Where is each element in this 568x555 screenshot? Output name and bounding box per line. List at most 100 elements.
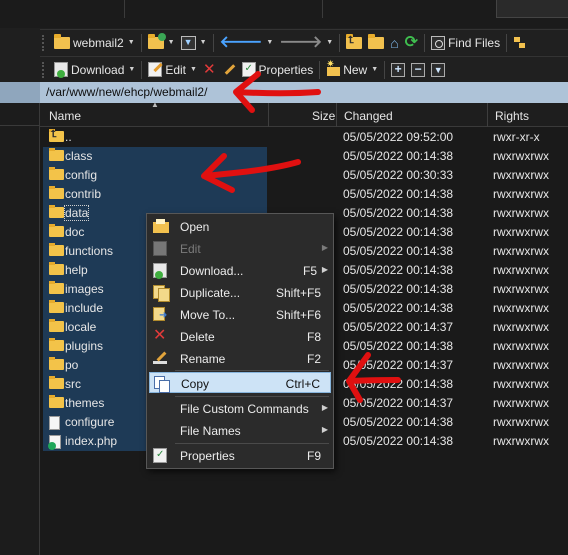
navigation-toolbar: webmail2 ▼ ▼ ▼ 🡐 ▼ 🡒 ▼ ⌂ ⟳ Find Files xyxy=(40,29,568,55)
file-row[interactable]: .. 05/05/2022 09:52:00 rwxr-xr-x xyxy=(40,128,568,147)
root-folder-button[interactable] xyxy=(365,32,387,54)
file-icon-wrap xyxy=(49,167,64,183)
download-button[interactable]: Download ▼ xyxy=(51,59,138,81)
chevron-down-icon: ▼ xyxy=(371,66,379,73)
rename-button[interactable] xyxy=(219,59,239,81)
top-strip xyxy=(0,0,568,28)
menu-item-duplicate[interactable]: Duplicate... Shift+F5 xyxy=(149,282,331,303)
file-name: src xyxy=(65,377,81,391)
file-name: themes xyxy=(65,396,105,410)
menu-separator xyxy=(175,370,329,371)
refresh-button[interactable]: ⟳ xyxy=(402,32,421,54)
file-changed: 05/05/2022 00:14:38 xyxy=(343,339,454,353)
toolbar-grip[interactable] xyxy=(42,34,48,51)
parent-folder-icon xyxy=(49,129,64,142)
file-name-cell[interactable]: contrib xyxy=(43,185,267,204)
left-panel xyxy=(0,103,40,555)
menu-item-label: File Names xyxy=(180,424,241,438)
file-rights: rwxrwxrwx xyxy=(493,225,549,239)
menu-item-move-to[interactable]: Move To... Shift+F6 xyxy=(149,304,331,325)
column-divider[interactable] xyxy=(487,103,488,127)
back-button[interactable]: 🡐 ▼ xyxy=(217,32,277,54)
folder-icon xyxy=(49,395,64,408)
tree-button[interactable] xyxy=(510,32,530,54)
file-name-cell[interactable]: class xyxy=(43,147,267,166)
file-icon-wrap xyxy=(49,129,64,145)
edit-button[interactable]: Edit ▼ xyxy=(145,59,200,81)
find-files-button[interactable]: Find Files xyxy=(428,32,503,54)
properties-icon xyxy=(153,448,167,463)
home-icon: ⌂ xyxy=(390,34,399,51)
copy-icon xyxy=(154,376,170,394)
filter-selection-button[interactable]: ▼ xyxy=(428,59,448,81)
file-changed: 05/05/2022 00:14:37 xyxy=(343,358,454,372)
menu-item-open[interactable]: Open xyxy=(149,216,331,237)
menu-item-file-custom-commands[interactable]: File Custom Commands ▶ xyxy=(149,398,331,419)
file-icon-wrap xyxy=(49,224,64,240)
file-name: help xyxy=(65,263,88,277)
context-menu: Open Edit ▶ Download... F5 ▶ Duplicate... Shift… xyxy=(146,213,334,469)
file-rights: rwxrwxrwx xyxy=(493,282,549,296)
menu-item-properties[interactable]: Properties F9 xyxy=(149,445,331,466)
submenu-arrow-icon: ▶ xyxy=(321,425,328,434)
menu-separator xyxy=(175,396,329,397)
file-icon xyxy=(49,416,60,430)
new-button[interactable]: New ▼ xyxy=(323,59,381,81)
open-folder-button[interactable]: ▼ xyxy=(145,32,178,54)
edit-icon xyxy=(153,241,167,259)
column-rights[interactable]: Rights xyxy=(495,103,529,127)
file-rights: rwxrwxrwx xyxy=(493,301,549,315)
menu-item-delete[interactable]: ✕ Delete F8 xyxy=(149,326,331,347)
file-row[interactable]: config 05/05/2022 00:30:33 rwxrwxrwx xyxy=(40,166,568,185)
file-name-cell[interactable]: .. xyxy=(43,128,267,147)
menu-item-download[interactable]: Download... F5 ▶ xyxy=(149,260,331,281)
copy-icon xyxy=(154,376,170,393)
file-name-cell[interactable]: config xyxy=(43,166,267,185)
file-icon-wrap xyxy=(49,300,64,316)
file-rights: rwxrwxrwx xyxy=(493,377,549,391)
properties-icon xyxy=(153,448,167,466)
path-bar[interactable]: /var/www/new/ehcp/webmail2/ xyxy=(40,82,568,103)
chevron-down-icon: ▼ xyxy=(199,39,207,46)
column-divider[interactable] xyxy=(336,103,337,127)
folder-dropdown-label: webmail2 xyxy=(73,35,124,50)
toolbar-separator xyxy=(384,60,386,79)
download-icon xyxy=(153,263,167,279)
file-changed: 05/05/2022 09:52:00 xyxy=(343,130,454,144)
column-name[interactable]: Name xyxy=(49,103,81,127)
chevron-down-icon: ▼ xyxy=(167,39,175,46)
chevron-down-icon: ▼ xyxy=(190,66,197,73)
file-row[interactable]: class 05/05/2022 00:14:38 rwxrwxrwx xyxy=(40,147,568,166)
column-size[interactable]: Size xyxy=(312,103,335,127)
left-panel-header xyxy=(0,103,40,126)
file-rights: rwxrwxrwx xyxy=(493,206,549,220)
file-name: config xyxy=(65,168,98,182)
file-rights: rwxrwxrwx xyxy=(493,415,549,429)
unselect-button[interactable]: − xyxy=(408,59,428,81)
toolbar-grip[interactable] xyxy=(42,61,48,78)
menu-item-edit[interactable]: Edit ▶ xyxy=(149,238,331,259)
file-rights: rwxrwxrwx xyxy=(493,320,549,334)
menu-item-label: Edit xyxy=(180,242,201,256)
filter-button[interactable]: ▼ xyxy=(178,32,210,54)
forward-button[interactable]: 🡒 ▼ xyxy=(276,32,336,54)
properties-button[interactable]: Properties xyxy=(239,59,317,81)
column-changed[interactable]: Changed xyxy=(344,103,393,127)
delete-button[interactable]: ✕ xyxy=(200,59,219,81)
menu-item-shortcut: Shift+F5 xyxy=(275,286,321,300)
column-divider[interactable] xyxy=(268,103,269,127)
toolbar-separator xyxy=(339,33,341,52)
home-button[interactable]: ⌂ xyxy=(387,32,401,54)
file-list-header: ▲ Name Size Changed Rights xyxy=(40,100,568,127)
parent-folder-button[interactable] xyxy=(343,32,365,54)
menu-item-file-names[interactable]: File Names ▶ xyxy=(149,420,331,441)
edit-icon xyxy=(153,241,167,256)
download-icon xyxy=(54,62,68,78)
select-all-button[interactable]: + xyxy=(388,59,408,81)
file-row[interactable]: contrib 05/05/2022 00:14:38 rwxrwxrwx xyxy=(40,185,568,204)
menu-item-label: Download... xyxy=(180,264,244,278)
menu-item-rename[interactable]: Rename F2 xyxy=(149,348,331,369)
menu-item-copy[interactable]: Copy Ctrl+C xyxy=(149,372,331,393)
file-icon-wrap xyxy=(49,319,64,335)
folder-dropdown[interactable]: webmail2 ▼ xyxy=(51,32,138,54)
